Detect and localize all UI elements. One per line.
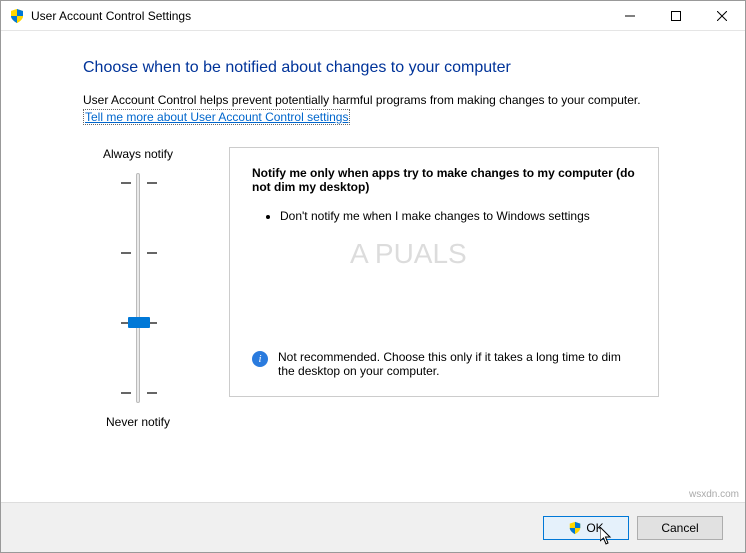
page-heading: Choose when to be notified about changes…	[83, 59, 697, 77]
notification-slider[interactable]	[83, 173, 193, 403]
shield-icon	[568, 521, 582, 535]
watermark: A PUALS	[350, 238, 467, 270]
slider-tick	[121, 182, 157, 183]
info-bullet-list: Don't notify me when I make changes to W…	[252, 208, 636, 225]
cancel-button[interactable]: Cancel	[637, 516, 723, 540]
slider-tick	[121, 392, 157, 393]
slider-row: Always notify Never notify Notify me onl…	[83, 147, 697, 429]
info-footer: i Not recommended. Choose this only if i…	[252, 350, 636, 378]
slider-top-label: Always notify	[83, 147, 193, 161]
info-footer-text: Not recommended. Choose this only if it …	[278, 350, 636, 378]
info-panel: Notify me only when apps try to make cha…	[229, 147, 659, 397]
slider-thumb[interactable]	[128, 317, 150, 328]
slider-bottom-label: Never notify	[83, 415, 193, 429]
help-link[interactable]: Tell me more about User Account Control …	[83, 109, 350, 125]
window-title: User Account Control Settings	[31, 9, 607, 23]
maximize-button[interactable]	[653, 1, 699, 31]
attribution-text: wsxdn.com	[689, 489, 739, 500]
content-area: Choose when to be notified about changes…	[1, 31, 745, 439]
ok-button[interactable]: OK	[543, 516, 629, 540]
cancel-button-label: Cancel	[661, 521, 698, 535]
slider-tick	[121, 252, 157, 253]
close-button[interactable]	[699, 1, 745, 31]
info-bullet: Don't notify me when I make changes to W…	[280, 208, 636, 225]
button-bar: OK Cancel	[1, 502, 745, 552]
shield-icon	[9, 8, 25, 24]
slider-column: Always notify Never notify	[83, 147, 193, 429]
titlebar: User Account Control Settings	[1, 1, 745, 31]
slider-track	[136, 173, 140, 403]
info-title: Notify me only when apps try to make cha…	[252, 166, 636, 194]
minimize-button[interactable]	[607, 1, 653, 31]
info-icon: i	[252, 351, 268, 367]
ok-button-label: OK	[586, 521, 603, 535]
page-description: User Account Control helps prevent poten…	[83, 93, 697, 107]
window-controls	[607, 1, 745, 30]
